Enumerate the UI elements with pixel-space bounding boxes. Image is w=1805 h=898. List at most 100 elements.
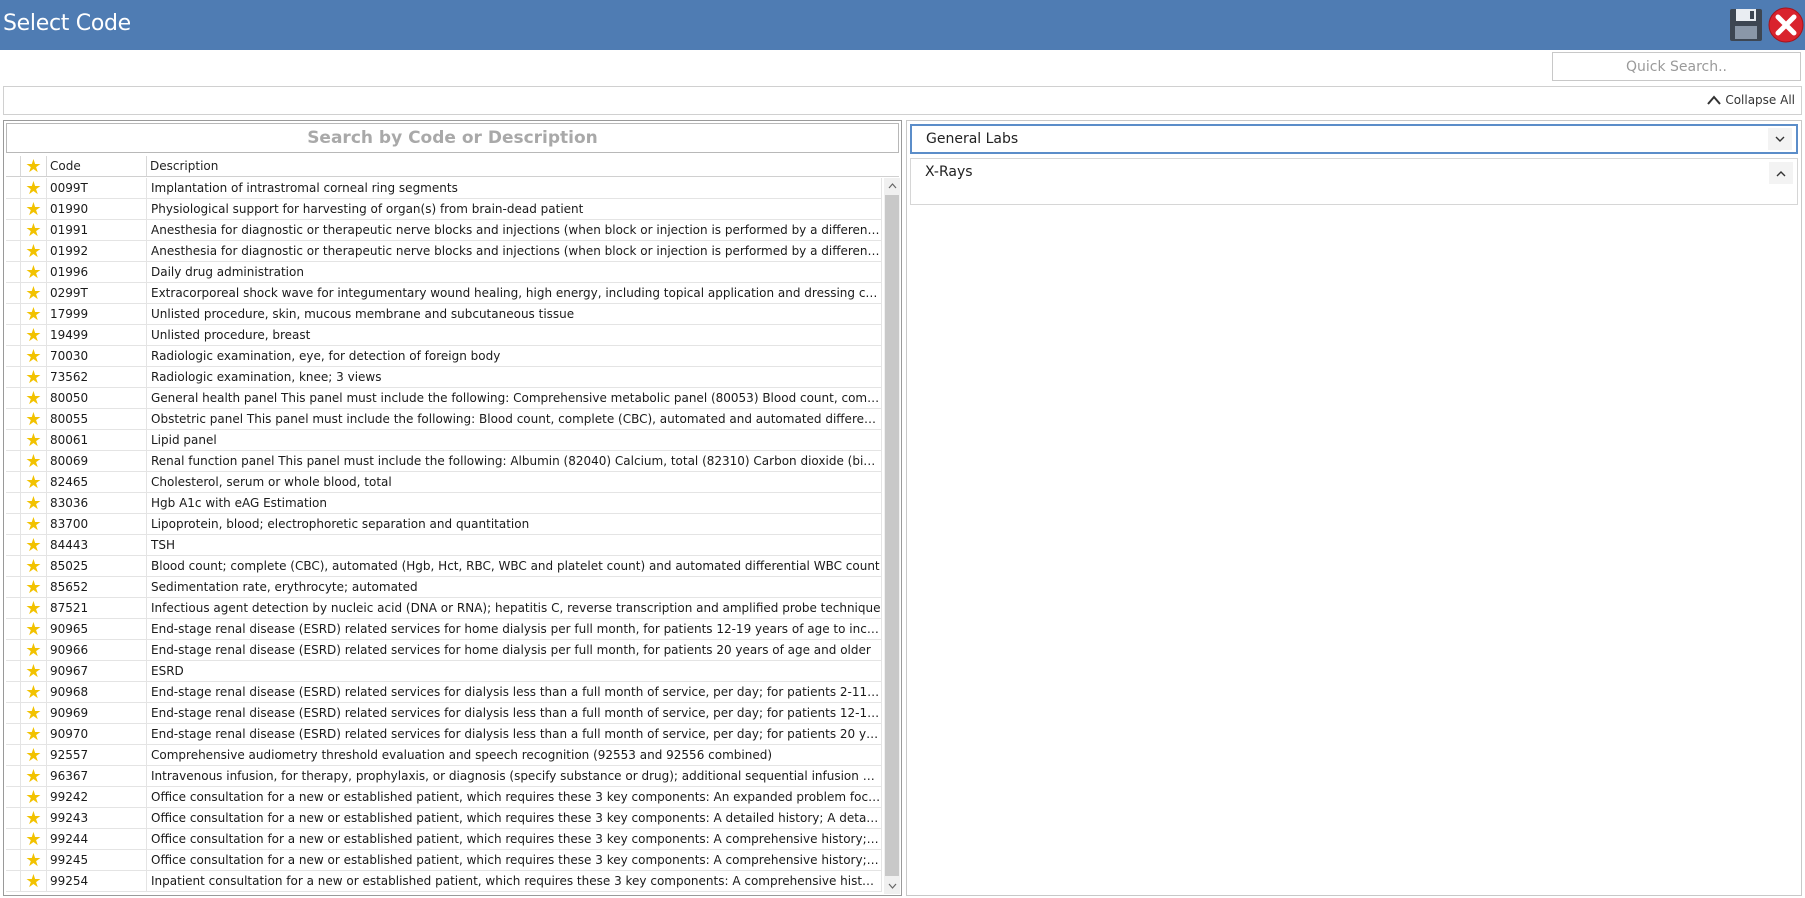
row-selector[interactable] bbox=[6, 787, 21, 807]
favorite-star-icon[interactable]: ★ bbox=[21, 682, 47, 702]
row-selector[interactable] bbox=[6, 745, 21, 765]
table-row[interactable]: ★ 01996 Daily drug administration bbox=[6, 262, 882, 283]
row-selector[interactable] bbox=[6, 703, 21, 723]
scrollbar-thumb[interactable] bbox=[885, 195, 899, 876]
favorite-star-icon[interactable]: ★ bbox=[21, 283, 47, 303]
code-search-input[interactable] bbox=[6, 123, 899, 153]
table-row[interactable]: ★ 0099T Implantation of intrastromal corne… bbox=[6, 178, 882, 199]
favorite-star-icon[interactable]: ★ bbox=[21, 745, 47, 765]
favorite-star-icon[interactable]: ★ bbox=[21, 325, 47, 345]
table-row[interactable]: ★ 80055 Obstetric panel This panel must in… bbox=[6, 409, 882, 430]
favorite-star-icon[interactable]: ★ bbox=[21, 514, 47, 534]
table-row[interactable]: ★ 99245 Office consultation for a new or e… bbox=[6, 850, 882, 871]
row-selector[interactable] bbox=[6, 619, 21, 639]
table-row[interactable]: ★ 96367 Intravenous infusion, for therapy,… bbox=[6, 766, 882, 787]
table-row[interactable]: ★ 90970 End-stage renal disease (ESRD) rel… bbox=[6, 724, 882, 745]
row-selector[interactable] bbox=[6, 766, 21, 786]
row-selector[interactable] bbox=[6, 640, 21, 660]
row-selector[interactable] bbox=[6, 241, 21, 261]
favorite-star-icon[interactable]: ★ bbox=[21, 367, 47, 387]
code-column-header[interactable]: Code bbox=[47, 156, 147, 176]
table-row[interactable]: ★ 83700 Lipoprotein, blood; electrophoreti… bbox=[6, 514, 882, 535]
table-row[interactable]: ★ 99254 Inpatient consultation for a new o… bbox=[6, 871, 882, 892]
table-row[interactable]: ★ 90967 ESRD bbox=[6, 661, 882, 682]
table-row[interactable]: ★ 01992 Anesthesia for diagnostic or thera… bbox=[6, 241, 882, 262]
table-row[interactable]: ★ 19499 Unlisted procedure, breast bbox=[6, 325, 882, 346]
table-row[interactable]: ★ 99242 Office consultation for a new or e… bbox=[6, 787, 882, 808]
row-selector[interactable] bbox=[6, 220, 21, 240]
row-selector[interactable] bbox=[6, 598, 21, 618]
table-row[interactable]: ★ 80069 Renal function panel This panel mu… bbox=[6, 451, 882, 472]
row-selector[interactable] bbox=[6, 346, 21, 366]
table-row[interactable]: ★ 92557 Comprehensive audiometry threshold… bbox=[6, 745, 882, 766]
scroll-up-icon[interactable] bbox=[884, 178, 900, 194]
row-selector[interactable] bbox=[6, 829, 21, 849]
favorite-star-icon[interactable]: ★ bbox=[21, 850, 47, 870]
table-row[interactable]: ★ 90966 End-stage renal disease (ESRD) rel… bbox=[6, 640, 882, 661]
row-selector[interactable] bbox=[6, 535, 21, 555]
row-selector[interactable] bbox=[6, 682, 21, 702]
table-row[interactable]: ★ 73562 Radiologic examination, knee; 3 vi… bbox=[6, 367, 882, 388]
chevron-down-icon[interactable] bbox=[1768, 128, 1792, 150]
favorite-star-icon[interactable]: ★ bbox=[21, 766, 47, 786]
favorite-star-icon[interactable]: ★ bbox=[21, 661, 47, 681]
row-selector[interactable] bbox=[6, 451, 21, 471]
favorite-star-icon[interactable]: ★ bbox=[21, 493, 47, 513]
row-selector[interactable] bbox=[6, 577, 21, 597]
table-row[interactable]: ★ 99244 Office consultation for a new or e… bbox=[6, 829, 882, 850]
row-selector[interactable] bbox=[6, 556, 21, 576]
table-row[interactable]: ★ 70030 Radiologic examination, eye, for d… bbox=[6, 346, 882, 367]
table-row[interactable]: ★ 90965 End-stage renal disease (ESRD) rel… bbox=[6, 619, 882, 640]
favorite-star-icon[interactable]: ★ bbox=[21, 577, 47, 597]
row-selector[interactable] bbox=[6, 325, 21, 345]
chevron-up-icon[interactable] bbox=[1769, 162, 1793, 184]
favorite-star-icon[interactable]: ★ bbox=[21, 409, 47, 429]
favorite-star-icon[interactable]: ★ bbox=[21, 724, 47, 744]
row-selector[interactable] bbox=[6, 199, 21, 219]
row-selector[interactable] bbox=[6, 304, 21, 324]
close-button[interactable] bbox=[1767, 6, 1805, 44]
row-selector[interactable] bbox=[6, 367, 21, 387]
xrays-group[interactable]: X-Rays bbox=[910, 158, 1798, 205]
favorite-star-icon[interactable]: ★ bbox=[21, 304, 47, 324]
favorite-star-icon[interactable]: ★ bbox=[21, 703, 47, 723]
table-row[interactable]: ★ 01991 Anesthesia for diagnostic or thera… bbox=[6, 220, 882, 241]
favorite-star-icon[interactable]: ★ bbox=[21, 619, 47, 639]
favorite-star-header-icon[interactable]: ★ bbox=[21, 156, 47, 177]
table-row[interactable]: ★ 85025 Blood count; complete (CBC), autom… bbox=[6, 556, 882, 577]
row-selector[interactable] bbox=[6, 514, 21, 534]
table-row[interactable]: ★ 82465 Cholesterol, serum or whole blood,… bbox=[6, 472, 882, 493]
row-selector[interactable] bbox=[6, 178, 21, 198]
favorite-star-icon[interactable]: ★ bbox=[21, 640, 47, 660]
table-row[interactable]: ★ 17999 Unlisted procedure, skin, mucous m… bbox=[6, 304, 882, 325]
row-selector[interactable] bbox=[6, 808, 21, 828]
table-row[interactable]: ★ 01990 Physiological support for harvesti… bbox=[6, 199, 882, 220]
table-row[interactable]: ★ 90969 End-stage renal disease (ESRD) rel… bbox=[6, 703, 882, 724]
favorite-star-icon[interactable]: ★ bbox=[21, 535, 47, 555]
favorite-star-icon[interactable]: ★ bbox=[21, 199, 47, 219]
scroll-down-icon[interactable] bbox=[884, 878, 900, 894]
favorite-star-icon[interactable]: ★ bbox=[21, 451, 47, 471]
row-selector[interactable] bbox=[6, 472, 21, 492]
favorite-star-icon[interactable]: ★ bbox=[21, 808, 47, 828]
table-row[interactable]: ★ 83036 Hgb A1c with eAG Estimation bbox=[6, 493, 882, 514]
favorite-star-icon[interactable]: ★ bbox=[21, 787, 47, 807]
favorite-star-icon[interactable]: ★ bbox=[21, 430, 47, 450]
favorite-star-icon[interactable]: ★ bbox=[21, 346, 47, 366]
table-row[interactable]: ★ 80061 Lipid panel bbox=[6, 430, 882, 451]
table-row[interactable]: ★ 90968 End-stage renal disease (ESRD) rel… bbox=[6, 682, 882, 703]
row-selector[interactable] bbox=[6, 724, 21, 744]
table-row[interactable]: ★ 87521 Infectious agent detection by nucl… bbox=[6, 598, 882, 619]
table-row[interactable]: ★ 84443 TSH bbox=[6, 535, 882, 556]
vertical-scrollbar[interactable] bbox=[884, 178, 900, 894]
favorite-star-icon[interactable]: ★ bbox=[21, 829, 47, 849]
row-selector[interactable] bbox=[6, 661, 21, 681]
favorite-star-icon[interactable]: ★ bbox=[21, 556, 47, 576]
table-row[interactable]: ★ 99243 Office consultation for a new or e… bbox=[6, 808, 882, 829]
favorite-star-icon[interactable]: ★ bbox=[21, 472, 47, 492]
favorite-star-icon[interactable]: ★ bbox=[21, 598, 47, 618]
favorite-star-icon[interactable]: ★ bbox=[21, 871, 47, 891]
description-column-header[interactable]: Description bbox=[147, 156, 899, 176]
row-selector[interactable] bbox=[6, 430, 21, 450]
quick-search-input[interactable] bbox=[1552, 52, 1801, 81]
